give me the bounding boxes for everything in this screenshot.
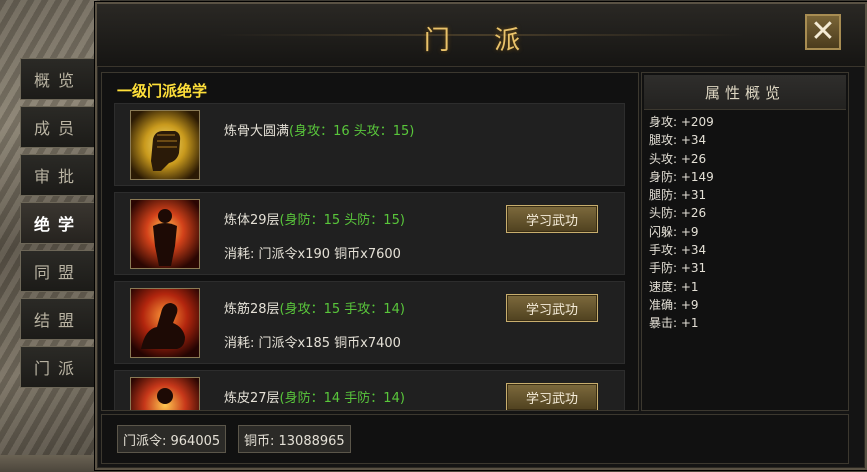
learn-skill-button[interactable]: 学习武功 <box>506 205 598 233</box>
fist-icon <box>130 110 200 180</box>
skill-stats: (身攻：15 手攻：14) <box>279 302 405 317</box>
attribute-item: 身防: +149 <box>649 169 714 184</box>
window-title: 门 派 <box>423 26 539 56</box>
skill-stats: (身防：14 手防：14) <box>279 391 405 406</box>
skill-name: 炼皮27层 <box>224 391 280 406</box>
sect-token-display: 门派令: 964005 <box>117 425 227 453</box>
skill-title: 炼皮27层(身防：14 手防：14) <box>224 387 405 406</box>
tab-label: 门派 <box>33 359 82 378</box>
sect-window: 门 派 ✕ 一级门派绝学 炼骨大圆满(身攻：16 头攻：15) 炼体29层(身防… <box>95 2 867 470</box>
skill-name: 炼筋28层 <box>224 302 280 317</box>
skill-title: 炼筋28层(身攻：15 手攻：14) <box>224 298 405 317</box>
flexed-arm-icon <box>130 288 200 358</box>
close-button[interactable]: ✕ <box>805 14 841 50</box>
attribute-item: 腿防: +31 <box>649 188 707 203</box>
attribute-item: 头防: +26 <box>649 206 707 221</box>
tab-label: 绝学 <box>33 215 82 234</box>
close-icon: ✕ <box>810 14 836 49</box>
attribute-item: 暴击: +1 <box>649 316 699 331</box>
skill-name: 炼体29层 <box>224 213 280 228</box>
attributes-title: 属性概览 <box>644 75 846 110</box>
tab-label: 成员 <box>33 119 82 138</box>
attribute-item: 准确: +9 <box>649 297 699 312</box>
attribute-item: 腿攻: +34 <box>649 133 707 148</box>
attribute-item: 速度: +1 <box>649 279 699 294</box>
tab-overview[interactable]: 概览 <box>20 58 95 100</box>
skill-title: 炼体29层(身防：15 头防：15) <box>224 209 405 228</box>
skill-name: 炼骨大圆满 <box>224 124 290 139</box>
tab-approval[interactable]: 审批 <box>20 154 95 196</box>
tab-members[interactable]: 成员 <box>20 106 95 148</box>
learn-skill-button[interactable]: 学习武功 <box>506 294 598 322</box>
attribute-item: 闪躲: +9 <box>649 224 699 239</box>
tab-alliance[interactable]: 同盟 <box>20 250 95 292</box>
attribute-item: 身攻: +209 <box>649 115 714 129</box>
skill-stats: (身防：15 头防：15) <box>279 213 405 228</box>
attribute-item: 头攻: +26 <box>649 151 707 166</box>
learn-skill-button[interactable]: 学习武功 <box>506 383 598 410</box>
attribute-item: 手攻: +34 <box>649 243 707 258</box>
tab-sect[interactable]: 门派 <box>20 346 95 388</box>
skill-card: 炼皮27层(身防：14 手防：14) 学习武功 <box>114 370 625 410</box>
attributes-list: 身攻: +209 腿攻: +34 头攻: +26 身防: +149 腿防: +3… <box>649 113 714 333</box>
tab-skills[interactable]: 绝学 <box>20 202 95 244</box>
tab-label: 概览 <box>33 71 82 90</box>
attribute-item: 手防: +31 <box>649 261 707 276</box>
skills-panel[interactable]: 一级门派绝学 炼骨大圆满(身攻：16 头攻：15) 炼体29层(身防：15 头防… <box>101 72 639 411</box>
skill-card: 炼筋28层(身攻：15 手攻：14) 消耗: 门派令x185 铜币x7400 学… <box>114 281 625 364</box>
skill-card: 炼骨大圆满(身攻：16 头攻：15) <box>114 103 625 186</box>
skill-card: 炼体29层(身防：15 头防：15) 消耗: 门派令x190 铜币x7600 学… <box>114 192 625 275</box>
skill-cost: 消耗: 门派令x190 铜币x7600 <box>224 247 401 262</box>
tab-ally[interactable]: 结盟 <box>20 298 95 340</box>
section-title: 一级门派绝学 <box>117 82 208 100</box>
flame-body-icon <box>130 199 200 269</box>
skill-title: 炼骨大圆满(身攻：16 头攻：15) <box>224 120 414 139</box>
attributes-panel: 属性概览 身攻: +209 腿攻: +34 头攻: +26 身防: +149 腿… <box>641 72 849 411</box>
flame-figure-icon <box>130 377 200 410</box>
skill-cost: 消耗: 门派令x185 铜币x7400 <box>224 336 401 351</box>
skill-stats: (身攻：16 头攻：15) <box>289 124 415 139</box>
tab-label: 结盟 <box>33 311 82 330</box>
tab-label: 同盟 <box>33 263 82 282</box>
currency-bar: 门派令: 964005 铜币: 13088965 <box>101 414 849 464</box>
copper-display: 铜币: 13088965 <box>238 425 351 453</box>
title-bar: 门 派 ✕ <box>97 4 865 67</box>
tab-label: 审批 <box>33 167 82 186</box>
